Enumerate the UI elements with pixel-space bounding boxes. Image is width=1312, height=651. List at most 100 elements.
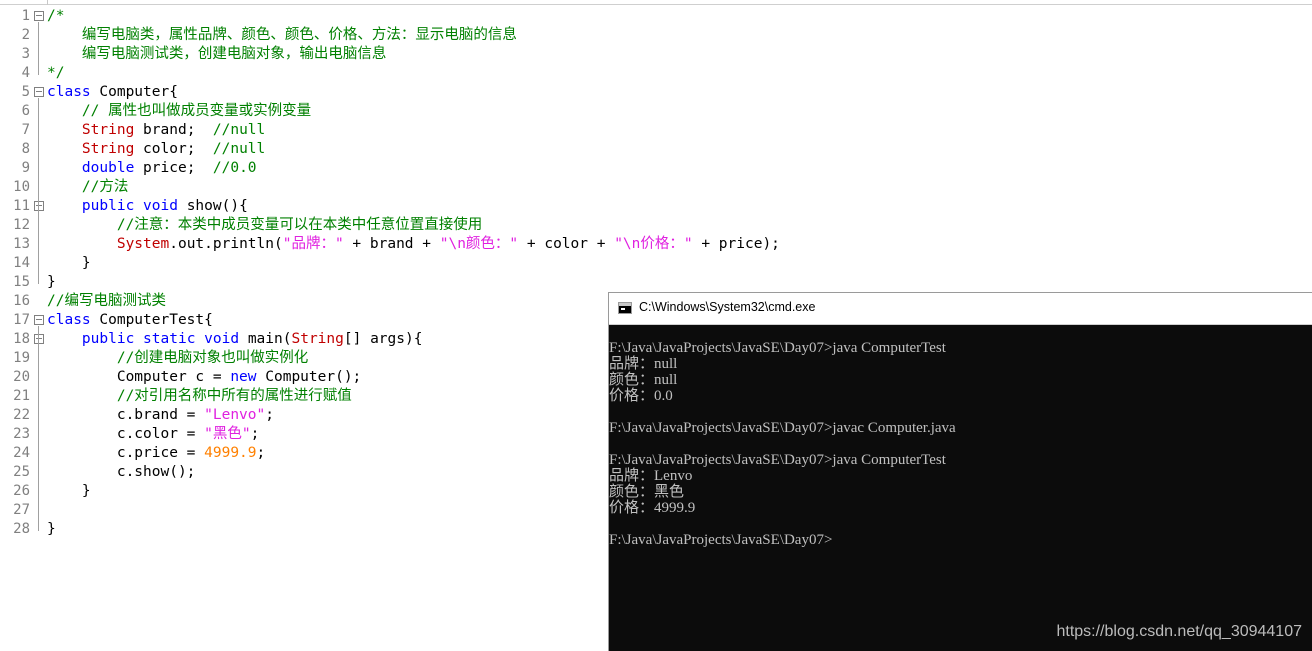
- code-token: main(: [239, 331, 292, 347]
- code-line[interactable]: 4 */: [0, 64, 1312, 83]
- code-line[interactable]: 12 //注意：本类中成员变量可以在本类中任意位置直接使用: [0, 216, 1312, 235]
- code-token: */: [47, 65, 65, 81]
- code-text: c.price = 4999.9;: [47, 444, 265, 463]
- code-text: 编写电脑测试类，创建电脑对象，输出电脑信息: [47, 45, 387, 64]
- line-number: 11: [13, 198, 30, 214]
- code-text: }: [47, 482, 91, 501]
- code-text: }: [47, 254, 91, 273]
- code-token: new: [230, 369, 257, 385]
- code-token: ;: [256, 445, 266, 461]
- code-token: + color +: [518, 236, 615, 252]
- fold-toggle-icon[interactable]: [34, 87, 44, 97]
- code-token: }: [47, 483, 91, 499]
- line-number: 20: [13, 369, 30, 385]
- code-token: color;: [134, 141, 213, 157]
- code-token: "黑色": [204, 426, 251, 442]
- code-token: show(){: [177, 198, 248, 214]
- watermark-url: https://blog.csdn.net/qq_30944107: [1056, 623, 1302, 640]
- line-number: 14: [13, 255, 30, 271]
- code-text: //编写电脑测试类: [47, 292, 166, 311]
- line-number: 27: [13, 502, 30, 518]
- fold-guide: [38, 345, 39, 493]
- code-token: String: [291, 331, 344, 347]
- code-text: public void show(){: [47, 197, 248, 216]
- code-line[interactable]: 11 public void show(){: [0, 197, 1312, 216]
- code-token: "\n价格：": [614, 236, 693, 252]
- code-token: double: [81, 160, 135, 176]
- code-token: void: [143, 198, 178, 214]
- line-number: 7: [21, 122, 30, 138]
- code-token: //对引用名称中所有的属性进行赋值: [116, 388, 352, 404]
- line-number: 4: [21, 65, 30, 81]
- code-text: String color; //null: [47, 140, 265, 159]
- console-line: 品牌：Lenvo: [609, 468, 693, 484]
- code-line[interactable]: 3 编写电脑测试类，创建电脑对象，输出电脑信息: [0, 45, 1312, 64]
- line-number: 1: [21, 8, 30, 24]
- code-line[interactable]: 13 System.out.println("品牌：" + brand + "\…: [0, 235, 1312, 254]
- code-text: }: [47, 520, 56, 539]
- line-number: 9: [21, 160, 30, 176]
- code-token: 4999.9: [204, 445, 257, 461]
- line-number: 15: [13, 274, 30, 290]
- code-token: class: [47, 84, 91, 100]
- code-text: // 属性也叫做成员变量或实例变量: [47, 102, 311, 121]
- code-line[interactable]: 10 //方法: [0, 178, 1312, 197]
- fold-toggle-icon[interactable]: [34, 11, 44, 21]
- console-line: 颜色：null: [609, 372, 678, 388]
- line-number: 21: [13, 388, 30, 404]
- line-number: 12: [13, 217, 30, 233]
- code-line[interactable]: 7 String brand; //null: [0, 121, 1312, 140]
- code-token: //0.0: [212, 160, 257, 176]
- code-token: public: [81, 331, 135, 347]
- code-text: /*: [47, 7, 64, 26]
- code-token: + price);: [692, 236, 780, 252]
- code-text: System.out.println("品牌：" + brand + "\n颜色…: [47, 235, 780, 254]
- code-token: c.price =: [47, 445, 205, 461]
- code-token: //编写电脑测试类: [47, 293, 166, 309]
- code-line[interactable]: 2 编写电脑类，属性品牌、颜色、颜色、价格、方法：显示电脑的信息: [0, 26, 1312, 45]
- fold-toggle-icon[interactable]: [34, 315, 44, 325]
- code-token: System: [116, 236, 170, 252]
- code-token: 编写电脑测试类，创建电脑对象，输出电脑信息: [47, 46, 387, 62]
- code-token: }: [47, 521, 56, 537]
- cmd-titlebar[interactable]: C:\Windows\System32\cmd.exe: [609, 293, 1312, 325]
- code-token: "\n颜色：": [439, 236, 519, 252]
- fold-toggle-icon[interactable]: [34, 334, 44, 344]
- code-text: //注意：本类中成员变量可以在本类中任意位置直接使用: [47, 216, 482, 235]
- code-token: brand;: [134, 122, 213, 138]
- code-token: static: [143, 331, 196, 347]
- code-line[interactable]: 6 // 属性也叫做成员变量或实例变量: [0, 102, 1312, 121]
- code-line[interactable]: 9 double price; //0.0: [0, 159, 1312, 178]
- code-line[interactable]: 1 /*: [0, 7, 1312, 26]
- code-token: price;: [134, 160, 213, 176]
- code-text: //创建电脑对象也叫做实例化: [47, 349, 308, 368]
- line-number: 23: [13, 426, 30, 442]
- code-token: //null: [212, 122, 266, 138]
- line-number: 2: [21, 27, 30, 43]
- fold-guide: [38, 22, 39, 75]
- code-token: c.color =: [47, 426, 205, 442]
- code-line[interactable]: 14 }: [0, 254, 1312, 273]
- code-token: + brand +: [343, 236, 440, 252]
- code-token: //null: [212, 141, 266, 157]
- line-number: 24: [13, 445, 30, 461]
- code-line[interactable]: 5 class Computer{: [0, 83, 1312, 102]
- code-line[interactable]: 8 String color; //null: [0, 140, 1312, 159]
- code-line[interactable]: 15}: [0, 273, 1312, 292]
- code-text: }: [47, 273, 56, 292]
- line-number: 28: [13, 521, 30, 537]
- console-line: F:\Java\JavaProjects\JavaSE\Day07>javac …: [609, 420, 956, 436]
- cmd-window[interactable]: C:\Windows\System32\cmd.exe F:\Java\Java…: [608, 292, 1312, 651]
- code-token: c.show();: [47, 464, 196, 480]
- code-token: /*: [47, 8, 65, 24]
- fold-toggle-icon[interactable]: [34, 201, 44, 211]
- line-number: 19: [13, 350, 30, 366]
- line-number: 10: [13, 179, 30, 195]
